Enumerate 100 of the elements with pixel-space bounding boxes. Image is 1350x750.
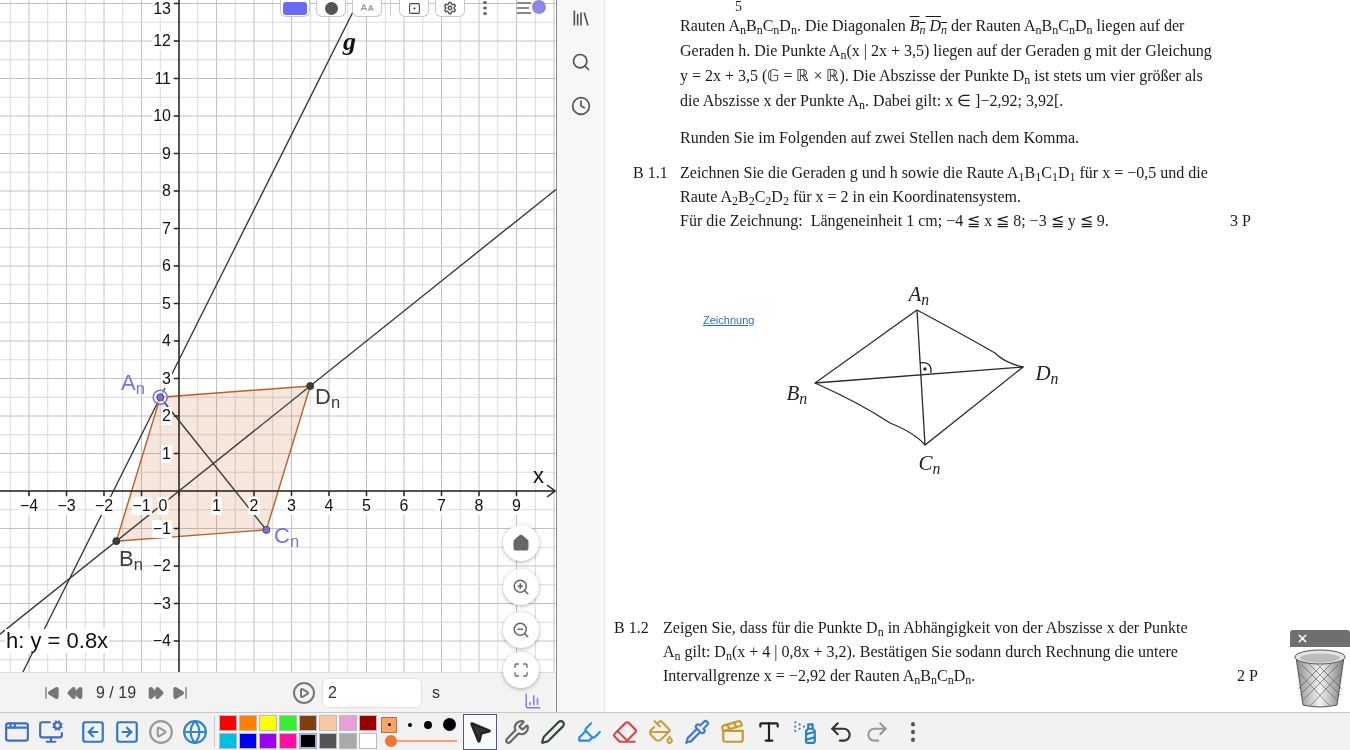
globe-icon[interactable] xyxy=(182,718,208,745)
tool-button[interactable] xyxy=(463,713,497,750)
axis-tick-label: 3 xyxy=(161,369,172,388)
task-number: B 1.1 xyxy=(633,163,669,183)
point-label: B$_{n}$ xyxy=(119,547,143,571)
task-number: B 1.2 xyxy=(614,618,650,638)
color-button[interactable] xyxy=(280,0,310,17)
fraction-denominator: 5 xyxy=(735,0,742,14)
drawing-link[interactable]: Zeichnung xyxy=(703,313,755,327)
fast-forward-icon[interactable] xyxy=(148,684,165,701)
axis-tick-label: 2 xyxy=(161,407,172,425)
color-swatch[interactable] xyxy=(239,714,257,731)
text-size-button[interactable] xyxy=(352,0,382,17)
skip-back-icon[interactable] xyxy=(44,684,60,701)
axis-tick-label: −4 xyxy=(151,632,172,650)
vertex-label: D$_{n}$ xyxy=(1035,362,1059,384)
more-icon[interactable] xyxy=(483,1,487,15)
point-label: C$_{n}$ xyxy=(274,524,300,548)
vertex-label: B$_{n}$ xyxy=(786,382,808,404)
color-swatch-icon xyxy=(283,1,307,15)
axis-tick-label: 2 xyxy=(248,497,260,515)
color-swatch[interactable] xyxy=(279,714,297,731)
chart-icon[interactable] xyxy=(524,692,542,710)
color-swatch[interactable] xyxy=(299,714,317,731)
point[interactable] xyxy=(306,382,315,390)
clapperboard-icon xyxy=(719,718,746,745)
color-swatch[interactable] xyxy=(359,714,377,731)
speed-input[interactable]: 2 xyxy=(322,677,423,708)
color-swatch[interactable] xyxy=(319,714,337,731)
axis-tick-label: −3 xyxy=(56,497,77,515)
settings-icon xyxy=(443,1,457,15)
rewind-icon[interactable] xyxy=(67,684,83,701)
dotted-square-icon[interactable] xyxy=(381,716,397,733)
menu-icon[interactable] xyxy=(517,0,547,15)
fullscreen-icon xyxy=(513,662,529,678)
color-swatch[interactable] xyxy=(219,732,237,749)
color-swatch[interactable] xyxy=(339,714,357,731)
pipette-icon xyxy=(683,718,710,745)
color-swatch[interactable] xyxy=(299,732,317,749)
axis-label: x xyxy=(533,464,544,488)
rounding-note: Runden Sie im Folgenden auf zwei Stellen nach dem Komma. xyxy=(680,128,1080,149)
axis-tick-label: −2 xyxy=(93,497,115,515)
task-text: Zeichnen Sie die Geraden g und h sowie die Raute A$_{1}$B$_{1}$C$_{1}$D$_{1}$ für x = −0,5 und die Raute A$_{2}$B$_{2}$C$_{2}$D$_{2}$ für x = 2 in ein Koordinatensystem. Für die Zeichnung: Längeneinheit 1 cm; −4 ≦ x ≦ 8; −3 ≦ y ≦ 9. xyxy=(680,163,1209,232)
axis-tick-label: 8 xyxy=(473,497,485,515)
color-swatch[interactable] xyxy=(259,714,277,731)
point-style-button[interactable] xyxy=(316,0,346,17)
axis-tick-label: 12 xyxy=(152,32,172,50)
axis-tick-label: 6 xyxy=(398,497,410,515)
axis-tick-label: 11 xyxy=(153,69,172,88)
point-label: D$_{n}$ xyxy=(315,385,341,409)
point[interactable] xyxy=(112,537,121,546)
wrench-icon xyxy=(503,718,530,745)
pen-icon xyxy=(539,718,566,745)
play-icon[interactable] xyxy=(292,680,317,705)
slider-thumb[interactable] xyxy=(385,734,397,747)
monitor-settings-icon[interactable] xyxy=(38,718,64,745)
search-icon[interactable] xyxy=(570,52,591,72)
label-button[interactable] xyxy=(399,0,429,17)
axis-tick-label: 1 xyxy=(211,497,222,515)
point[interactable] xyxy=(152,389,169,406)
close-button[interactable] xyxy=(1290,630,1350,647)
point-style-icon xyxy=(324,1,338,15)
axis-tick-label: 9 xyxy=(511,497,522,515)
axis-tick-label: 1 xyxy=(161,444,172,463)
color-swatch[interactable] xyxy=(279,732,297,749)
axis-tick-label: −1 xyxy=(151,519,172,538)
point[interactable] xyxy=(262,526,271,534)
axis-tick-label: 0 xyxy=(157,497,169,515)
axis-tick-label: −2 xyxy=(151,557,172,575)
play-icon[interactable] xyxy=(148,718,174,745)
task-points: 3 P xyxy=(1230,211,1251,231)
slider-track[interactable] xyxy=(385,734,457,747)
color-swatch[interactable] xyxy=(259,732,277,749)
line-equation: h: y = 0.8x xyxy=(5,629,110,653)
unit-label: s xyxy=(432,682,441,703)
point-label: A$_{n}$ xyxy=(121,371,145,395)
line-label: g xyxy=(343,28,356,56)
settings-button[interactable] xyxy=(435,0,465,17)
home-icon xyxy=(512,534,530,552)
close-icon xyxy=(1296,632,1309,645)
trash-bin-icon[interactable] xyxy=(1294,648,1346,709)
color-swatch[interactable] xyxy=(339,732,357,749)
axis-tick-label: −3 xyxy=(151,594,172,613)
color-swatch[interactable] xyxy=(219,714,237,731)
arrow-left-icon[interactable] xyxy=(80,718,106,745)
axis-tick-label: 13 xyxy=(152,0,172,18)
axis-tick-label: 10 xyxy=(152,107,172,125)
color-swatch[interactable] xyxy=(319,732,337,749)
arrow-right-icon[interactable] xyxy=(114,718,140,745)
skip-forward-icon[interactable] xyxy=(172,684,189,701)
color-swatch[interactable] xyxy=(239,732,257,749)
problem-text: Rauten A$_{n}$B$_{n}$C$_{n}$D$_{n}$. Die Diagonalen B$_{n}$ D$_{n}$ der Rauten A$_{n}$B$_{n}$C$_{n}$D$_{n}$ liegen auf der Geraden h. Die Punkte A$_{n}$(x | 2x + 3,5) liegen auf der Geraden g mit der Gleichung y = 2x + 3,5 (𝔾 = ℝ × ℝ). Die Abszisse der Punkte D$_{n}$ ist stets um vier größer als die Abszisse x der Punkte A$_{n}$. Dabei gilt: x ∈ ]−2,92; 3,92[. xyxy=(680,16,1212,113)
axis-tick-label: −4 xyxy=(18,497,40,515)
axis-tick-label: 3 xyxy=(286,497,297,515)
color-swatch[interactable] xyxy=(359,732,377,749)
paint-bucket-icon xyxy=(647,718,674,745)
vertex-label: C$_{n}$ xyxy=(918,452,941,474)
clock-icon[interactable] xyxy=(570,96,591,116)
zoom-in-icon xyxy=(512,578,530,596)
axis-tick-label: 7 xyxy=(436,497,447,515)
